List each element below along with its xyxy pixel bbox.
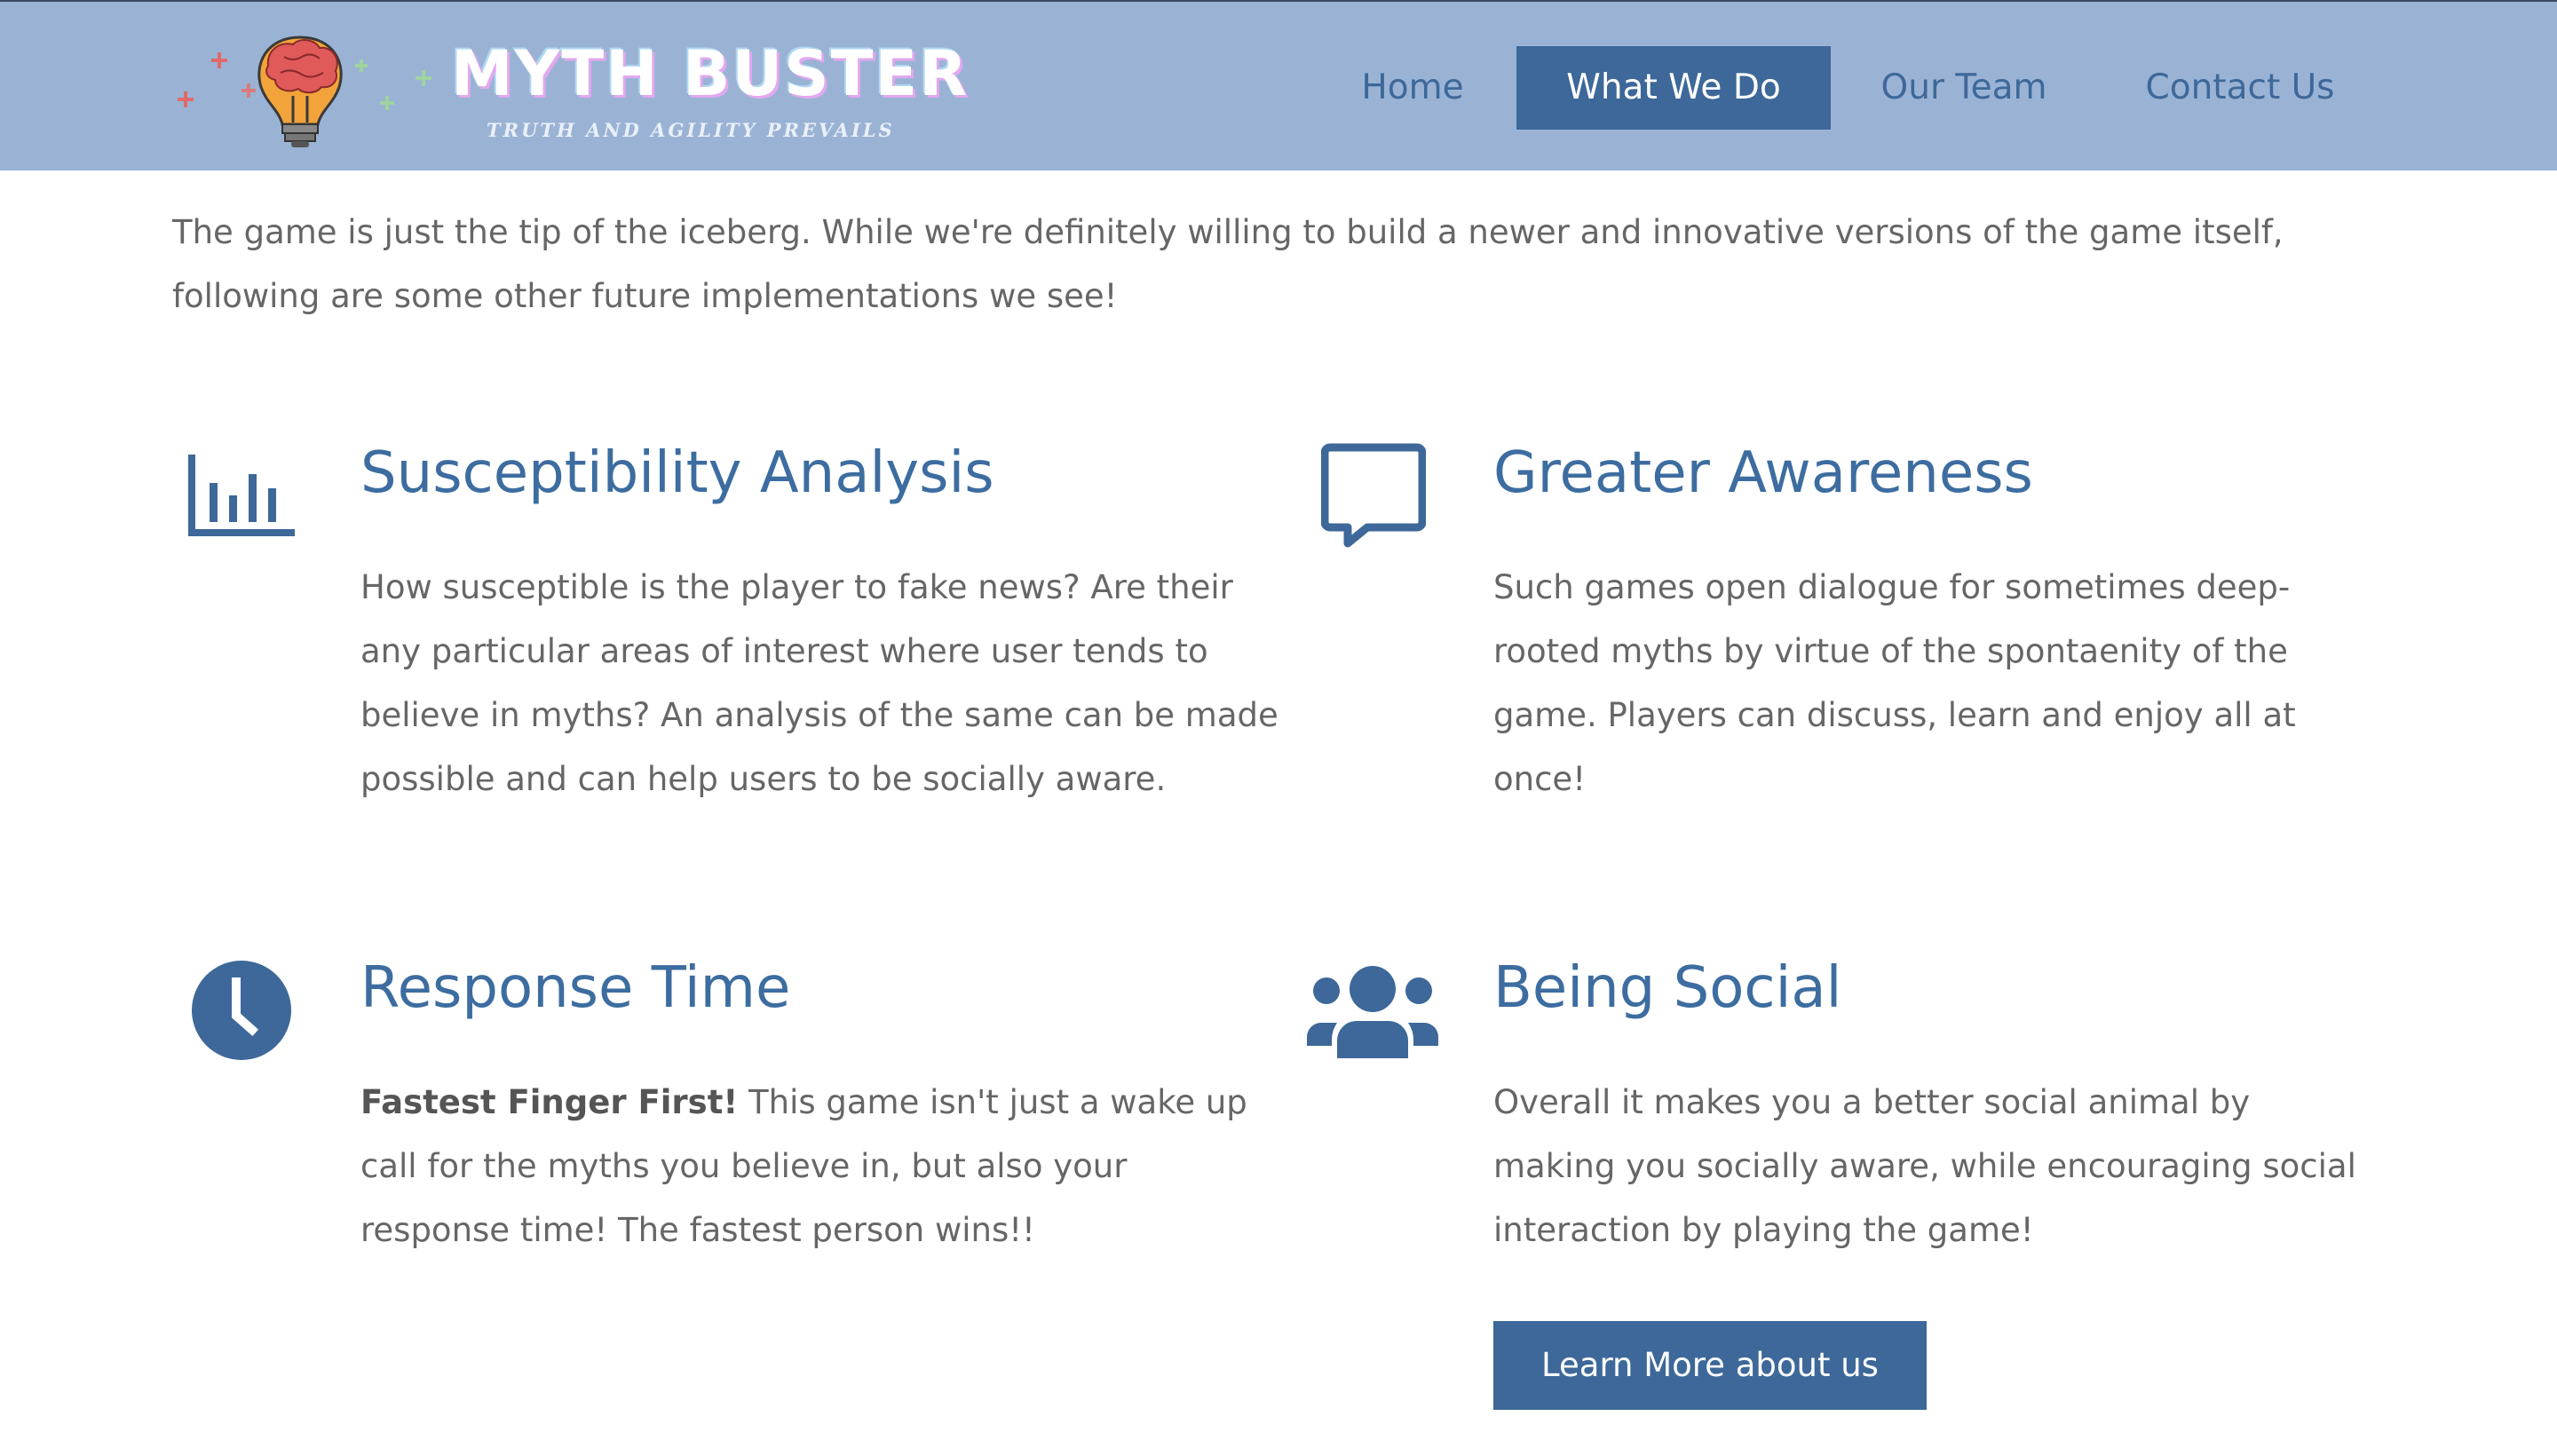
- nav-contact-us[interactable]: Contact Us: [2127, 46, 2353, 130]
- feature-title: Susceptibility Analysis: [360, 440, 994, 506]
- clock-icon: [192, 961, 291, 1060]
- nav-what-we-do[interactable]: What We Do: [1516, 46, 1831, 130]
- feature-title: Response Time: [360, 955, 791, 1021]
- learn-more-button[interactable]: Learn More about us: [1493, 1321, 1927, 1410]
- feature-text: How susceptible is the player to fake ne…: [360, 568, 1278, 798]
- speech-bubble-icon: [1321, 443, 1426, 548]
- feature-text: Overall it makes you a better social ani…: [1493, 1083, 2356, 1249]
- feature-title: Being Social: [1493, 955, 1842, 1021]
- feature-text-bold: Fastest Finger First!: [360, 1083, 739, 1121]
- main-nav: Home What We Do Our Team Contact Us: [0, 46, 2557, 130]
- users-group-icon: [1307, 966, 1438, 1058]
- intro-text: The game is just the tip of the iceberg.…: [172, 213, 2284, 315]
- bar-chart-icon: [188, 455, 295, 536]
- nav-home[interactable]: Home: [1337, 46, 1488, 130]
- feature-title: Greater Awareness: [1493, 440, 2033, 506]
- feature-text: Fastest Finger First! This game isn't ju…: [360, 1071, 1248, 1262]
- feature-text: Such games open dialogue for sometimes d…: [1493, 568, 2296, 798]
- nav-our-team[interactable]: Our Team: [1859, 46, 2069, 130]
- site-header: MYTH BUSTER TRUTH AND AGILITY PREVAILS H…: [0, 0, 2557, 170]
